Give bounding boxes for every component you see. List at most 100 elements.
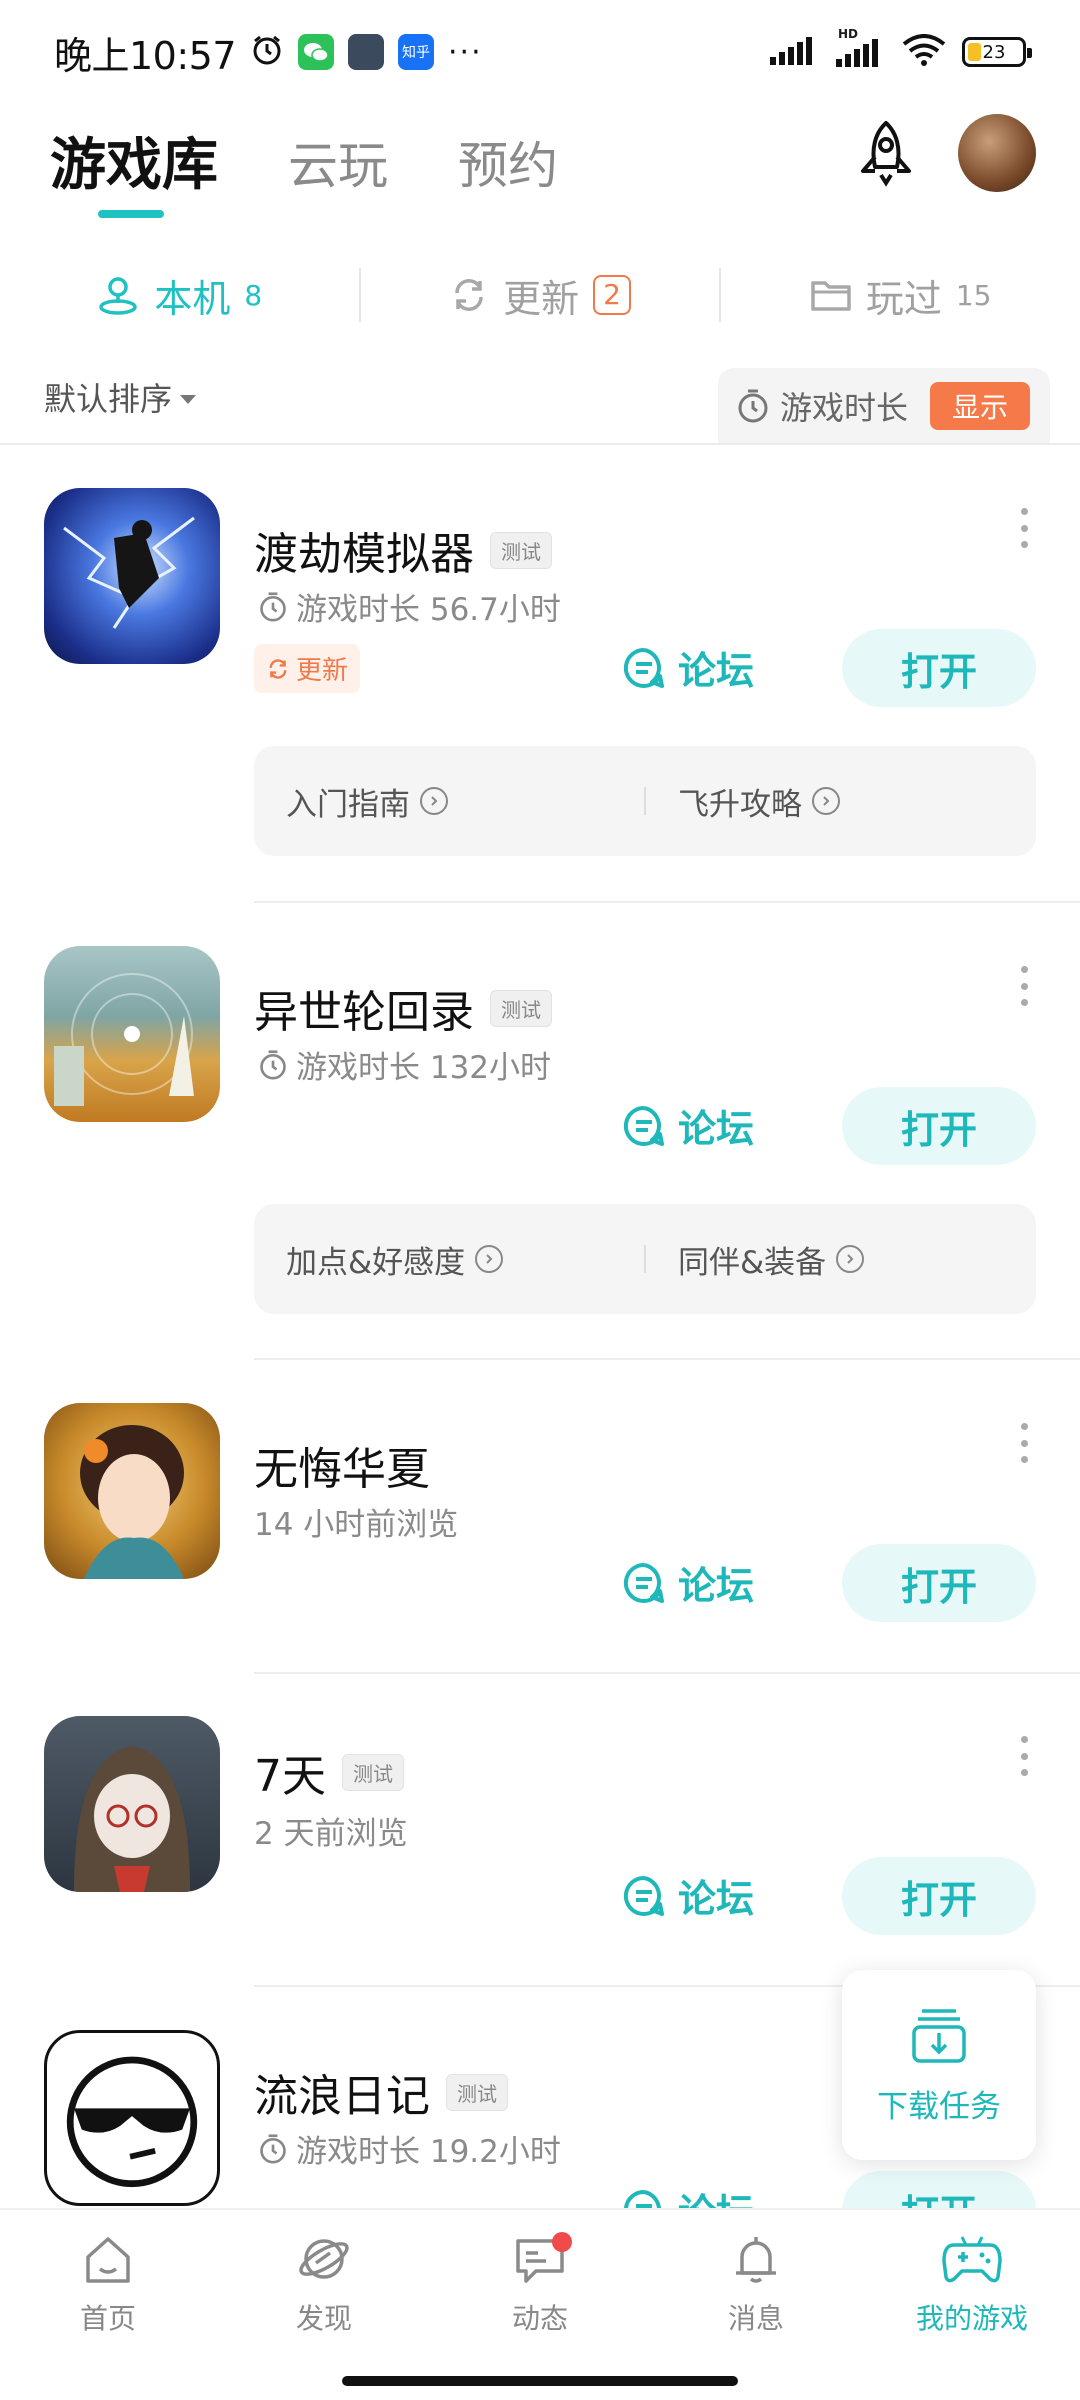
download-tasks-button[interactable]: 下载任务 (842, 1970, 1036, 2160)
avatar[interactable] (958, 114, 1036, 192)
subtab-update[interactable]: 更新 2 (361, 268, 720, 323)
active-tab-indicator (98, 210, 164, 218)
open-button[interactable]: 打开 (842, 1857, 1036, 1935)
update-label: 更新 (296, 656, 349, 686)
guide-box: 入门指南 飞升攻略 (254, 746, 1036, 856)
status-right: HD 23 (770, 27, 1032, 70)
game-last-viewed-text: 2 天前浏览 (254, 1816, 408, 1852)
divider (0, 443, 1080, 445)
divider (254, 1358, 1080, 1360)
forum-button[interactable]: 论坛 (622, 1098, 754, 1153)
subtab-played[interactable]: 玩过 15 (721, 268, 1080, 323)
game-icon-yishi[interactable] (44, 946, 220, 1122)
playtime-label: 游戏时长 (780, 389, 909, 427)
game-icon-7days[interactable] (44, 1716, 220, 1892)
download-tray-icon (912, 2008, 966, 2063)
forum-button[interactable]: 论坛 (622, 640, 754, 695)
game-title-row: 7天 测试 (254, 1740, 404, 1804)
update-tag[interactable]: 更新 (254, 644, 361, 693)
nav-feed[interactable]: 动态 (432, 2210, 648, 2358)
forum-chat-icon (623, 647, 664, 688)
forum-label: 论坛 (678, 1107, 755, 1151)
guide-link[interactable]: 加点&好感度 (254, 1237, 644, 1282)
filter-subtabs: 本机 8 更新 2 玩过 15 (0, 250, 1080, 340)
nav-my-games[interactable]: 我的游戏 (864, 2210, 1080, 2358)
battery-icon: 23 (962, 37, 1032, 67)
subtab-played-count: 15 (955, 278, 992, 312)
tab-cloud-play[interactable]: 云玩 (288, 126, 388, 198)
guide-box: 加点&好感度 同伴&装备 (254, 1204, 1036, 1314)
game-icon-liulang[interactable] (44, 2030, 220, 2206)
subtab-local[interactable]: 本机 8 (0, 268, 359, 323)
forum-chat-icon (623, 1875, 664, 1916)
tab-game-library[interactable]: 游戏库 (50, 120, 218, 201)
game-playtime: 游戏时长 132小时 (258, 1042, 551, 1087)
chevron-right-icon (475, 1245, 504, 1273)
tab-reservation[interactable]: 预约 (458, 126, 558, 198)
guide-label: 入门指南 (286, 786, 410, 823)
game-title: 无悔华夏 (254, 1444, 430, 1495)
game-playtime-text: 游戏时长 132小时 (296, 1050, 552, 1086)
open-button[interactable]: 打开 (842, 2171, 1036, 2208)
nav-messages-label: 消息 (727, 2302, 784, 2335)
guide-label: 同伴&装备 (678, 1244, 827, 1281)
battery-fill (968, 43, 982, 61)
show-playtime-button[interactable]: 显示 (929, 382, 1030, 430)
game-title-row: 流浪日记 测试 (254, 2060, 508, 2124)
game-last-viewed: 14 小时前浏览 (254, 1499, 458, 1544)
playtime-toggle[interactable]: 游戏时长 显示 (718, 368, 1050, 444)
guide-label: 加点&好感度 (286, 1244, 466, 1281)
discover-planet-icon (299, 2239, 349, 2279)
forum-chat-icon (623, 1105, 664, 1146)
rocket-icon (861, 121, 911, 187)
more-options-icon[interactable] (1014, 1423, 1034, 1463)
guide-link[interactable]: 同伴&装备 (646, 1237, 1036, 1282)
user-location-icon (99, 277, 138, 315)
download-tasks-label: 下载任务 (877, 2088, 1001, 2125)
home-icon (86, 2237, 130, 2283)
caret-down-icon (180, 394, 197, 404)
game-icon-dujie[interactable] (44, 488, 220, 664)
subtab-played-label: 玩过 (865, 276, 942, 321)
nav-home[interactable]: 首页 (0, 2210, 216, 2358)
forum-button[interactable]: 论坛 (622, 1868, 754, 1923)
more-options-icon[interactable] (1014, 508, 1034, 548)
open-button[interactable]: 打开 (842, 629, 1036, 707)
more-options-icon[interactable] (1014, 1736, 1034, 1776)
open-button[interactable]: 打开 (842, 1087, 1036, 1165)
timer-icon (260, 591, 286, 622)
guide-label: 飞升攻略 (678, 786, 802, 823)
test-tag: 测试 (490, 989, 552, 1027)
home-indicator[interactable] (342, 2376, 738, 2386)
nav-discover-label: 发现 (295, 2302, 352, 2335)
forum-button[interactable]: 论坛 (622, 1555, 754, 1610)
forum-label: 论坛 (678, 2182, 754, 2208)
test-tag: 测试 (446, 2073, 508, 2111)
notification-dot (552, 2232, 572, 2252)
wifi-icon (902, 34, 946, 70)
header: 游戏库 云玩 预约 (0, 110, 1080, 230)
nav-discover[interactable]: 发现 (216, 2210, 432, 2358)
guide-link[interactable]: 入门指南 (254, 779, 644, 824)
nav-home-label: 首页 (79, 2302, 136, 2335)
wechat-icon (298, 34, 335, 70)
open-button[interactable]: 打开 (842, 1544, 1036, 1622)
refresh-icon (455, 279, 483, 311)
more-notifications: ··· (448, 34, 483, 70)
sort-dropdown[interactable]: 默认排序 (44, 374, 197, 420)
update-count-badge: 2 (593, 275, 631, 315)
more-options-icon[interactable] (1014, 966, 1034, 1006)
forum-button[interactable]: 论坛 (622, 2182, 754, 2208)
nav-messages[interactable]: 消息 (648, 2210, 864, 2358)
forum-label: 论坛 (678, 649, 755, 693)
hd-label: HD (838, 27, 859, 41)
game-playtime: 游戏时长 56.7小时 (258, 584, 561, 629)
signal-hd-icon: HD (836, 27, 886, 67)
game-icon-wuhui[interactable] (44, 1403, 220, 1579)
gamepad-icon (942, 2236, 1002, 2283)
game-title-row: 异世轮回录 测试 (254, 976, 552, 1040)
rocket-button[interactable] (848, 116, 924, 192)
game-title: 异世轮回录 (254, 987, 474, 1038)
guide-link[interactable]: 飞升攻略 (646, 779, 1036, 824)
nav-my-games-label: 我的游戏 (915, 2302, 1028, 2335)
